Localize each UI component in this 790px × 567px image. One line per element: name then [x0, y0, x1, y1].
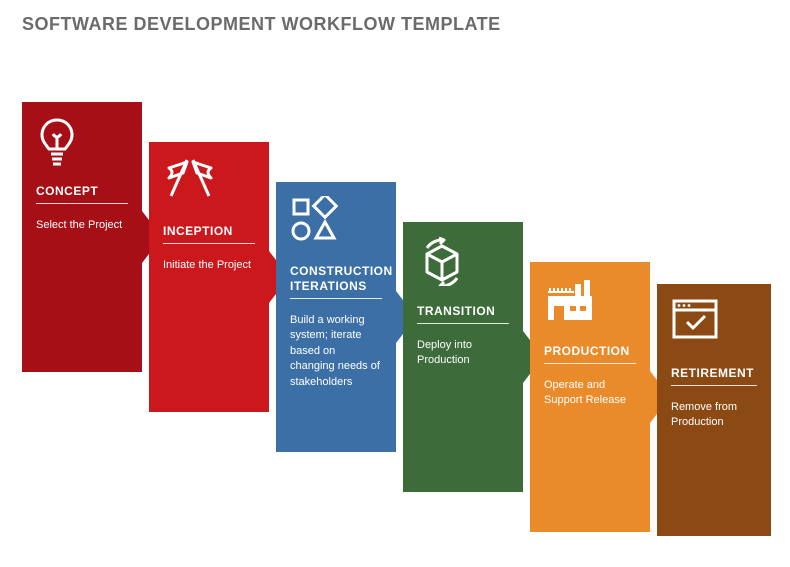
stage-desc: Select the Project — [36, 218, 128, 233]
stage-desc: Deploy into Production — [417, 338, 509, 369]
divider — [671, 385, 757, 386]
divider — [290, 298, 382, 299]
stage-desc: Remove from Production — [671, 400, 757, 431]
shapes-icon — [290, 196, 338, 244]
divider — [36, 203, 128, 204]
lightbulb-icon — [36, 116, 78, 170]
stage-concept: CONCEPT Select the Project — [22, 102, 142, 372]
stage-production: PRODUCTION Operate and Support Release — [530, 262, 650, 532]
factory-icon — [544, 276, 596, 324]
stage-construction: CONSTRUCTION ITERATIONS Build a working … — [276, 182, 396, 452]
stage-desc: Operate and Support Release — [544, 378, 636, 409]
divider — [544, 363, 636, 364]
stage-label: RETIREMENT — [671, 366, 757, 381]
flags-icon — [163, 156, 217, 200]
stage-label: TRANSITION — [417, 304, 509, 319]
stage-label: INCEPTION — [163, 224, 255, 239]
stage-retirement: RETIREMENT Remove from Production — [657, 284, 771, 536]
stage-label: PRODUCTION — [544, 344, 636, 359]
divider — [163, 243, 255, 244]
stage-inception: INCEPTION Initiate the Project — [149, 142, 269, 412]
stage-desc: Initiate the Project — [163, 258, 255, 273]
stage-desc: Build a working system; iterate based on… — [290, 313, 382, 390]
stage-label: CONSTRUCTION ITERATIONS — [290, 264, 382, 294]
box-icon — [417, 236, 467, 286]
page-title: SOFTWARE DEVELOPMENT WORKFLOW TEMPLATE — [22, 14, 501, 35]
window-check-icon — [671, 298, 719, 340]
divider — [417, 323, 509, 324]
stage-transition: TRANSITION Deploy into Production — [403, 222, 523, 492]
stage-label: CONCEPT — [36, 184, 128, 199]
